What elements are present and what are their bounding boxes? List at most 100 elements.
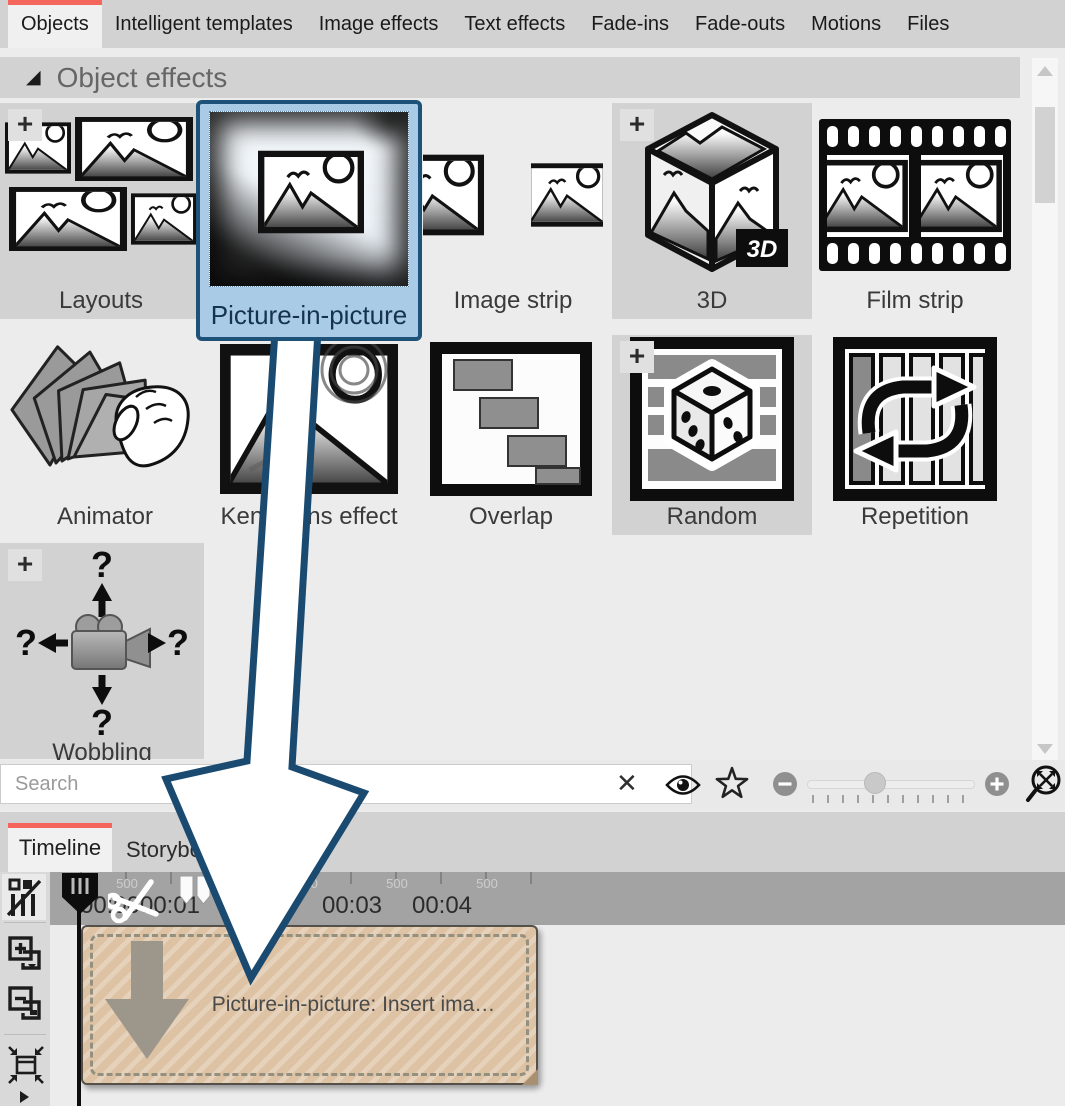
tile-label: Ken Burns effect [221, 503, 398, 535]
slider-tick [932, 795, 934, 803]
ruler-minor-label: 500 [296, 876, 318, 891]
effect-tile-wobbling[interactable]: + ? ? ? ? Wobbling [0, 543, 204, 759]
add-random-button[interactable]: + [620, 341, 654, 373]
timeline-toolbar [0, 872, 50, 1106]
reset-zoom-icon[interactable] [1024, 764, 1064, 806]
effect-tile-animator[interactable]: Animator [0, 335, 210, 535]
tab-objects[interactable]: Objects [8, 0, 102, 48]
question-mark: ? [15, 622, 37, 663]
slider-tick [917, 795, 919, 803]
animator-icon [10, 339, 200, 499]
effect-tile-3d[interactable]: + 3D 3D [612, 103, 812, 319]
storyboard-tab-label: Storyboard [126, 837, 234, 863]
effect-tile-repetition[interactable]: Repetition [814, 335, 1016, 535]
effect-tile-ken-burns[interactable]: Ken Burns effect [210, 335, 408, 535]
scroll-up-icon[interactable] [1037, 66, 1053, 76]
section-title: Object effects [57, 62, 228, 94]
3d-badge: 3D [747, 236, 778, 263]
slider-tick [827, 795, 829, 803]
object-effects-header[interactable]: ◢ Object effects [0, 57, 1020, 98]
question-mark: ? [91, 702, 113, 739]
ruler-minor-label: 500 [476, 876, 498, 891]
zoom-out-button[interactable] [772, 771, 798, 797]
effect-tile-layouts[interactable]: + Layouts [0, 103, 202, 319]
add-3d-button[interactable]: + [620, 109, 654, 141]
timeline-drop-object[interactable]: Picture-in-picture: Insert ima… [81, 925, 538, 1085]
scrollbar-thumb[interactable] [1035, 107, 1055, 203]
tab-fade-ins[interactable]: Fade-ins [578, 0, 682, 48]
collapse-tracks-button[interactable] [8, 984, 44, 1024]
add-layouts-button[interactable]: + [8, 109, 42, 141]
tile-label: Image strip [454, 287, 573, 319]
image-strip-icon [423, 121, 603, 269]
thumbnail-size-slider[interactable] [807, 780, 975, 789]
ruler-tick [260, 872, 262, 884]
tab-fade-outs[interactable]: Fade-outs [682, 0, 798, 48]
slider-tick [812, 795, 814, 803]
effect-tile-random[interactable]: + [612, 335, 812, 535]
insert-down-arrow-icon [105, 941, 189, 1061]
slider-tick [947, 795, 949, 803]
tab-storyboard[interactable]: Storyboard [118, 828, 242, 872]
slider-thumb[interactable] [864, 772, 886, 794]
main-tab-bar: Objects Intelligent templates Image effe… [0, 0, 1065, 48]
collapse-triangle-icon: ◢ [26, 66, 41, 89]
playhead-marker[interactable] [60, 872, 100, 916]
expand-tracks-button[interactable] [8, 934, 44, 974]
ken-burns-icon [220, 344, 398, 494]
ruler-timestamp: 00:04 [412, 892, 472, 920]
search-input[interactable] [0, 764, 692, 804]
drop-corner-fold [522, 1069, 538, 1085]
app-window: Objects Intelligent templates Image effe… [0, 0, 1065, 1106]
tab-image-effects[interactable]: Image effects [306, 0, 452, 48]
overlap-icon [430, 342, 592, 496]
drop-object-label: Picture-in-picture: Insert ima… [183, 927, 524, 1083]
picture-in-picture-thumbnail [209, 111, 409, 287]
zoom-in-button[interactable] [984, 771, 1010, 797]
shrink-view-button[interactable] [6, 1044, 46, 1084]
slider-tick [842, 795, 844, 803]
effect-tile-overlap[interactable]: Overlap [410, 335, 612, 535]
film-strip-icon [819, 119, 1011, 271]
tile-label: Random [667, 503, 758, 535]
tile-label: Repetition [861, 503, 969, 535]
favorites-star-icon[interactable] [714, 766, 750, 802]
tab-intelligent-templates[interactable]: Intelligent templates [102, 0, 306, 48]
slider-tick [872, 795, 874, 803]
repetition-icon [833, 337, 997, 501]
ruler-timestamp: 00:02 [230, 892, 290, 920]
tile-label: Overlap [469, 503, 553, 535]
scroll-down-icon[interactable] [1037, 744, 1053, 754]
tile-label: Layouts [59, 287, 143, 319]
tab-text-effects[interactable]: Text effects [451, 0, 578, 48]
clear-search-icon[interactable]: ✕ [616, 768, 638, 799]
effect-tile-picture-in-picture-selected[interactable]: Picture-in-picture [196, 100, 422, 341]
effects-scrollbar[interactable] [1032, 58, 1058, 762]
track-view-toggle-button[interactable] [7, 878, 43, 918]
playhead-line[interactable] [77, 906, 81, 1106]
add-wobbling-button[interactable]: + [8, 549, 42, 581]
ruler-tick [350, 872, 352, 884]
inset-photo-icon [258, 150, 364, 234]
slider-tick [887, 795, 889, 803]
eye-icon[interactable] [664, 770, 702, 800]
toolbar-divider [4, 922, 46, 923]
tab-motions[interactable]: Motions [798, 0, 894, 48]
ruler-tick [170, 872, 172, 884]
question-mark: ? [167, 622, 189, 663]
slider-tick [857, 795, 859, 803]
marker-flags-icon[interactable] [180, 876, 212, 906]
ruler-tick [530, 872, 532, 884]
split-scissors-icon[interactable] [108, 874, 162, 924]
effect-tile-film-strip[interactable]: Film strip [814, 103, 1016, 319]
effect-tile-image-strip[interactable]: Image strip [416, 103, 610, 319]
tab-files[interactable]: Files [894, 0, 962, 48]
question-mark: ? [91, 544, 113, 585]
toolbar-more-icon[interactable] [18, 1090, 30, 1104]
toolbar-divider [4, 1034, 46, 1035]
tile-label: Picture-in-picture [200, 300, 418, 331]
tab-timeline[interactable]: Timeline [8, 823, 112, 872]
timeline-tab-label: Timeline [19, 835, 101, 861]
tile-label: Film strip [866, 287, 963, 319]
ruler-timestamp: 00:03 [322, 892, 382, 920]
